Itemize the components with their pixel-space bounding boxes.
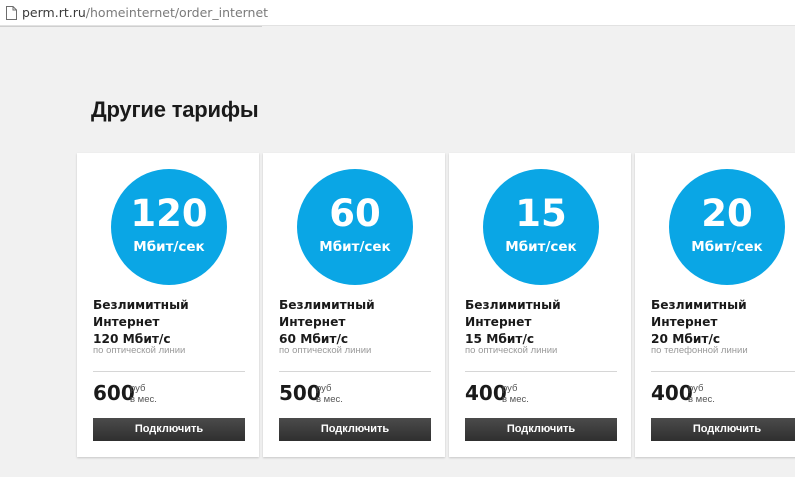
price-currency: руб в мес. [502,383,529,405]
speed-value: 15 [515,192,567,235]
speed-badge: 60 Мбит/сек [297,169,413,285]
currency-label: руб [688,383,704,394]
tariff-name: Безлимитный Интернет 120 Мбит/с [93,297,255,348]
period-label: в мес. [130,394,157,405]
tariff-technology: по оптической линии [465,345,558,356]
tariff-price: 400 [651,381,693,405]
price-currency: руб в мес. [316,383,343,405]
divider [651,371,795,372]
speed-unit: Мбит/сек [505,239,577,255]
url-path: /homeinternet/order_internet [85,5,269,20]
connect-button[interactable]: Подключить [279,418,431,441]
price-currency: руб в мес. [130,383,157,405]
divider [93,371,245,372]
tariff-name-line1: Безлимитный Интернет [465,298,561,329]
url-host: perm.rt.ru [22,5,86,20]
speed-unit: Мбит/сек [319,239,391,255]
tariff-name-line1: Безлимитный Интернет [93,298,189,329]
speed-badge: 20 Мбит/сек [669,169,785,285]
connect-button[interactable]: Подключить [93,418,245,441]
tariff-price: 400 [465,381,507,405]
tariff-price: 500 [279,381,321,405]
section-title: Другие тарифы [91,97,259,122]
period-label: в мес. [688,394,715,405]
speed-unit: Мбит/сек [691,239,763,255]
currency-label: руб [316,383,332,394]
tariff-name-line1: Безлимитный Интернет [651,298,747,329]
tariff-card-15: 15 Мбит/сек Безлимитный Интернет 15 Мбит… [449,153,631,457]
speed-badge: 120 Мбит/сек [111,169,227,285]
tariff-name-line1: Безлимитный Интернет [279,298,375,329]
tariff-price: 600 [93,381,135,405]
tariff-technology: по телефонной линии [651,345,748,356]
currency-label: руб [502,383,518,394]
speed-value: 60 [329,192,381,235]
currency-label: руб [130,383,146,394]
tariff-name: Безлимитный Интернет 20 Мбит/с [651,297,795,348]
tariff-technology: по оптической линии [279,345,372,356]
speed-unit: Мбит/сек [133,239,205,255]
tariff-card-120: 120 Мбит/сек Безлимитный Интернет 120 Мб… [77,153,259,457]
divider [465,371,617,372]
page-icon [6,6,17,20]
tariff-name: Безлимитный Интернет 60 Мбит/с [279,297,441,348]
price-currency: руб в мес. [688,383,715,405]
tariff-name: Безлимитный Интернет 15 Мбит/с [465,297,627,348]
url-text[interactable]: perm.rt.ru/homeinternet/order_internet [22,5,268,20]
address-bar[interactable]: perm.rt.ru/homeinternet/order_internet [0,0,795,27]
period-label: в мес. [502,394,529,405]
speed-value: 120 [130,192,208,235]
speed-value: 20 [701,192,753,235]
address-field-edge [0,26,262,27]
tariff-card-20: 20 Мбит/сек Безлимитный Интернет 20 Мбит… [635,153,795,457]
connect-button[interactable]: Подключить [651,418,795,441]
tariff-technology: по оптической линии [93,345,186,356]
speed-badge: 15 Мбит/сек [483,169,599,285]
divider [279,371,431,372]
period-label: в мес. [316,394,343,405]
tariff-card-60: 60 Мбит/сек Безлимитный Интернет 60 Мбит… [263,153,445,457]
connect-button[interactable]: Подключить [465,418,617,441]
